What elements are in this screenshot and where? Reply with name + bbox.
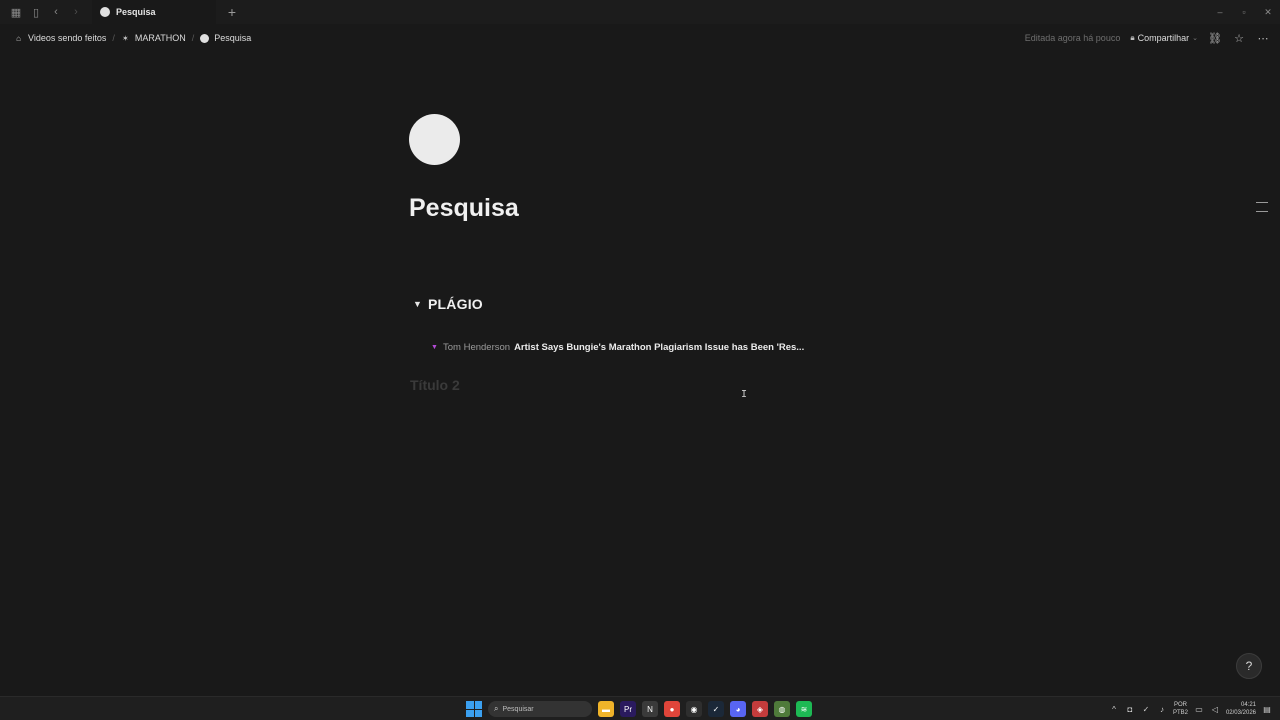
start-square: [466, 709, 474, 717]
title-bar-left: ▦ ▯ ‹ ›: [0, 4, 92, 20]
clock-date: 02/03/2026: [1225, 710, 1256, 716]
link-mention[interactable]: ▼ Tom Henderson Artist Says Bungie's Mar…: [431, 342, 804, 353]
taskbar: ⌕ Pesquisar ▬ Pr N ● ◉ ✓ ◕ ◈ ◍ ≋ ^ ◘ ✓ ♪ POR PTB2…: [0, 696, 1280, 720]
breadcrumb-label: Pesquisa: [214, 33, 252, 43]
start-square: [466, 701, 474, 709]
toc-line: [1256, 202, 1268, 203]
close-button[interactable]: ✕: [1256, 0, 1280, 24]
breadcrumb-item-pesquisa[interactable]: Pesquisa: [200, 33, 251, 43]
star-icon[interactable]: ☆: [1232, 32, 1246, 45]
forward-icon[interactable]: ›: [68, 4, 84, 20]
app-green-icon[interactable]: ◍: [774, 701, 790, 717]
top-bar: ⌂ Videos sendo feitos / ✶ MARATHON / Pes…: [0, 28, 1280, 48]
notion-icon[interactable]: N: [642, 701, 658, 717]
sidebar-toggle-icon[interactable]: ▯: [28, 4, 44, 20]
circle-icon: [200, 33, 210, 43]
window-controls: – ▫ ✕: [1208, 0, 1280, 24]
edited-status: Editada agora há pouco: [1024, 33, 1121, 43]
minimize-button[interactable]: –: [1208, 0, 1232, 24]
taskbar-center: ⌕ Pesquisar ▬ Pr N ● ◉ ✓ ◕ ◈ ◍ ≋: [466, 697, 812, 720]
windows-start-icon[interactable]: [466, 701, 482, 717]
volume-icon[interactable]: ◁: [1210, 705, 1220, 714]
obs-icon[interactable]: ◉: [686, 701, 702, 717]
triangle-down-icon[interactable]: ▼: [413, 299, 422, 309]
notifications-icon[interactable]: ▤: [1262, 705, 1272, 714]
clock[interactable]: 04:21 02/03/2026: [1226, 701, 1256, 717]
steam-tray-icon[interactable]: ✓: [1141, 705, 1151, 714]
tab-pesquisa[interactable]: Pesquisa: [92, 0, 216, 24]
chevron-down-icon: ⌄: [1192, 35, 1198, 42]
start-square: [474, 701, 482, 709]
maximize-button[interactable]: ▫: [1232, 0, 1256, 24]
share-button[interactable]: 🔒︎ Compartilhar ⌄: [1130, 33, 1198, 43]
app-red-icon[interactable]: ◈: [752, 701, 768, 717]
language-top: POR: [1173, 702, 1187, 708]
page-circle-icon: [100, 7, 110, 17]
toc-line: [1256, 211, 1268, 212]
heading-2-placeholder[interactable]: Título 2: [410, 377, 460, 393]
share-label: Compartilhar: [1137, 33, 1190, 43]
toggle-heading-label[interactable]: PLÁGIO: [428, 296, 483, 312]
language-bottom: PTB2: [1172, 710, 1188, 716]
text-cursor-icon: I: [741, 389, 748, 400]
breadcrumb-separator: /: [191, 33, 195, 43]
help-button[interactable]: ?: [1236, 653, 1262, 679]
title-bar: ▦ ▯ ‹ › Pesquisa + – ▫ ✕: [0, 0, 1280, 24]
breadcrumb-item-videos[interactable]: ⌂ Videos sendo feitos: [14, 33, 106, 43]
language-indicator[interactable]: POR PTB2: [1173, 701, 1188, 717]
more-icon[interactable]: ⋯: [1256, 32, 1270, 45]
breadcrumb-label: MARATHON: [134, 33, 186, 43]
system-tray: ^ ◘ ✓ ♪ POR PTB2 ▭ ◁ 04:21 02/03/2026 ▤: [1109, 697, 1272, 720]
steam-icon[interactable]: ✓: [708, 701, 724, 717]
lock-icon: 🔒︎: [1130, 33, 1135, 42]
link-title[interactable]: Artist Says Bungie's Marathon Plagiarism…: [514, 342, 804, 353]
house-icon: ⌂: [16, 33, 21, 43]
page-title[interactable]: Pesquisa: [409, 194, 519, 223]
top-bar-actions: Editada agora há pouco 🔒︎ Compartilhar ⌄…: [1025, 28, 1270, 48]
discord-icon[interactable]: ◕: [730, 701, 746, 717]
breadcrumb-separator: /: [112, 33, 115, 43]
link-author: Tom Henderson: [443, 342, 511, 353]
page-icon[interactable]: [409, 114, 460, 165]
breadcrumb-item-marathon[interactable]: ✶ MARATHON: [121, 33, 186, 43]
breadcrumb-label: Videos sendo feitos: [28, 33, 107, 43]
tray-app-icon[interactable]: ◘: [1125, 705, 1135, 714]
breadcrumb: ⌂ Videos sendo feitos / ✶ MARATHON / Pes…: [0, 33, 251, 43]
app-menu-icon[interactable]: ▦: [8, 4, 24, 20]
taskbar-apps: ▬ Pr N ● ◉ ✓ ◕ ◈ ◍ ≋: [598, 701, 812, 717]
back-icon[interactable]: ‹: [48, 4, 64, 20]
taskbar-search[interactable]: ⌕ Pesquisar: [488, 701, 592, 717]
chrome-icon[interactable]: ●: [664, 701, 680, 717]
taskbar-search-placeholder: Pesquisar: [502, 705, 534, 713]
runner-icon: ✶: [122, 33, 129, 43]
tab-label: Pesquisa: [116, 7, 156, 17]
display-icon[interactable]: ▭: [1194, 705, 1204, 714]
chevron-up-icon[interactable]: ^: [1109, 705, 1119, 714]
premiere-icon[interactable]: Pr: [620, 701, 636, 717]
new-tab-button[interactable]: +: [220, 0, 244, 24]
microphone-icon[interactable]: ♪: [1157, 705, 1167, 714]
link-icon[interactable]: ⛓: [1208, 32, 1222, 45]
start-square: [474, 709, 482, 717]
triangle-down-icon[interactable]: ▼: [431, 344, 439, 351]
search-icon: ⌕: [494, 704, 499, 713]
toggle-heading-plagio[interactable]: ▼ PLÁGIO: [413, 296, 483, 312]
clock-time: 04:21: [1240, 702, 1256, 708]
file-explorer-icon[interactable]: ▬: [598, 701, 614, 717]
spotify-icon[interactable]: ≋: [796, 701, 812, 717]
table-of-contents-icon[interactable]: [1256, 202, 1268, 212]
